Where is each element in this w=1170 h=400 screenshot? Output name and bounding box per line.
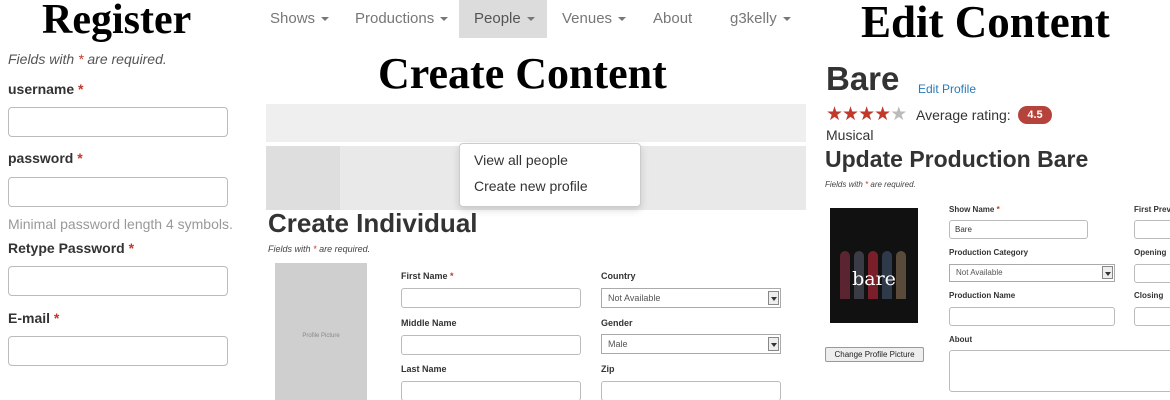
production-category-label: Production Category (949, 248, 1029, 257)
password-input[interactable] (8, 177, 228, 207)
middle-name-label: Middle Name (401, 318, 457, 328)
edit-profile-link[interactable]: Edit Profile (918, 82, 976, 96)
create-required-note: Fields with * are required. (268, 244, 371, 254)
dropdown-arrow-icon (768, 291, 779, 305)
star-icon: ★ (874, 104, 891, 125)
about-label: About (949, 335, 973, 344)
create-individual-title: Create Individual (268, 208, 478, 238)
first-name-label: First Name * (401, 271, 454, 281)
dropdown-arrow-icon (1102, 266, 1113, 279)
chevron-down-icon (321, 17, 330, 22)
chevron-down-icon (618, 17, 627, 22)
retype-password-input[interactable] (8, 266, 228, 296)
retype-password-label: Retype Password * (8, 240, 135, 256)
password-label: password * (8, 150, 83, 166)
nav-about[interactable]: About (653, 0, 692, 38)
change-profile-picture-button[interactable]: Change Profile Picture (825, 347, 924, 362)
page-header-band-left (266, 146, 340, 210)
profile-picture-label: Profile Picture (302, 333, 340, 339)
middle-name-input[interactable] (401, 335, 581, 355)
last-name-label: Last Name (401, 364, 447, 374)
edit-content-heading: Edit Content (861, 0, 1110, 47)
edit-required-note: Fields with * are required. (825, 180, 916, 189)
menu-item-view-all-people[interactable]: View all people (474, 152, 568, 168)
rating-badge: 4.5 (1018, 106, 1052, 124)
nav-venues[interactable]: Venues (562, 0, 627, 38)
production-category-select[interactable]: Not Available (949, 264, 1115, 282)
profile-picture-placeholder[interactable]: Profile Picture (275, 263, 367, 400)
gender-select[interactable]: Male (601, 334, 781, 354)
nav-productions[interactable]: Productions (355, 0, 449, 38)
nav-people[interactable]: People (459, 0, 547, 38)
star-icon: ★ (858, 104, 875, 125)
star-icon: ★ (842, 104, 859, 125)
country-select[interactable]: Not Available (601, 288, 781, 308)
poster-title: bare (852, 268, 896, 290)
first-preview-input[interactable] (1134, 220, 1170, 239)
opening-input[interactable] (1134, 264, 1170, 283)
show-name-label: Show Name * (949, 205, 1000, 214)
username-label: username * (8, 81, 84, 97)
nav-user-menu[interactable]: g3kelly (730, 0, 791, 38)
required-fields-note: Fields with * are required. (8, 51, 167, 67)
average-rating-label: Average rating: (916, 107, 1011, 123)
username-input[interactable] (8, 107, 228, 137)
genre-label: Musical (826, 127, 874, 143)
zip-input[interactable] (601, 381, 781, 400)
people-dropdown-menu: View all people Create new profile (459, 143, 641, 207)
first-preview-label: First Prev (1134, 205, 1170, 214)
zip-label: Zip (601, 364, 615, 374)
main-navbar (266, 104, 806, 142)
rating-stars: ★★★★★ (826, 103, 907, 126)
star-half-icon: ★ (890, 104, 907, 125)
chevron-down-icon (526, 17, 535, 22)
first-name-input[interactable] (401, 288, 581, 308)
production-poster: bare (830, 208, 918, 323)
closing-input[interactable] (1134, 307, 1170, 326)
chevron-down-icon (782, 17, 791, 22)
update-production-title: Update Production Bare (825, 146, 1089, 172)
nav-shows[interactable]: Shows (270, 0, 330, 38)
production-title: Bare (826, 60, 900, 97)
country-label: Country (601, 271, 636, 281)
star-icon: ★ (826, 104, 843, 125)
password-hint: Minimal password length 4 symbols. (8, 216, 233, 232)
production-name-label: Production Name (949, 291, 1016, 300)
closing-label: Closing (1134, 291, 1164, 300)
opening-label: Opening (1134, 248, 1167, 257)
gender-label: Gender (601, 318, 633, 328)
production-name-input[interactable] (949, 307, 1115, 326)
dropdown-arrow-icon (768, 337, 779, 351)
last-name-input[interactable] (401, 381, 581, 400)
menu-item-create-new-profile[interactable]: Create new profile (474, 178, 588, 194)
email-label: E-mail * (8, 310, 60, 326)
register-heading: Register (42, 0, 192, 43)
email-input[interactable] (8, 336, 228, 366)
show-name-input[interactable]: Bare (949, 220, 1088, 239)
create-content-heading: Create Content (378, 49, 667, 98)
about-textarea[interactable] (949, 350, 1170, 392)
chevron-down-icon (440, 17, 449, 22)
